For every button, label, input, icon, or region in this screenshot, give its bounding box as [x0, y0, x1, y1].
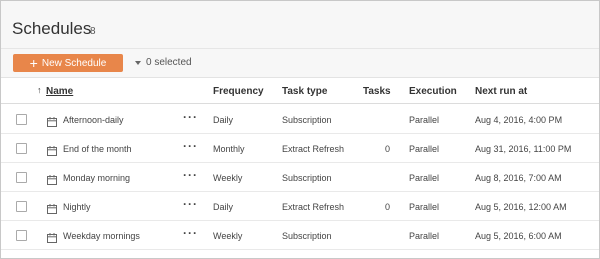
table-row[interactable]: End of the month ··· Monthly Extract Refres… [1, 134, 599, 163]
execution-cell: Parallel [409, 115, 440, 125]
more-actions-icon[interactable]: ··· [183, 197, 198, 211]
row-checkbox[interactable] [16, 201, 27, 212]
selection-dropdown[interactable]: 0 selected [135, 57, 192, 68]
row-checkbox[interactable] [16, 114, 27, 125]
more-actions-icon[interactable]: ··· [183, 168, 198, 182]
task-type-cell: Subscription [282, 231, 332, 241]
next-run-cell: Aug 8, 2016, 7:00 AM [475, 173, 562, 183]
frequency-cell: Weekly [213, 231, 243, 241]
sort-ascending-icon: ↑ [37, 85, 42, 95]
calendar-icon [47, 172, 57, 185]
table-row[interactable]: Monday morning ··· Weekly Subscription Paral… [1, 163, 599, 192]
schedules-panel: Schedules 8 + New Schedule 0 selected ↑ … [0, 0, 600, 259]
more-actions-icon[interactable]: ··· [183, 226, 198, 240]
schedule-count: 8 [90, 26, 96, 37]
table-row[interactable]: Afternoon-daily ··· Daily Subscription Paral… [1, 105, 599, 134]
execution-cell: Parallel [409, 173, 440, 183]
table-row[interactable]: Nightly ··· Daily Extract Refresh 0 Parallel A… [1, 192, 599, 221]
schedule-name-link[interactable]: Afternoon-daily [63, 115, 124, 125]
new-schedule-label: New Schedule [41, 57, 107, 69]
column-header-next-run[interactable]: Next run at [475, 86, 527, 97]
frequency-cell: Daily [213, 115, 234, 125]
next-run-cell: Aug 5, 2016, 6:00 AM [475, 231, 562, 241]
task-type-cell: Extract Refresh [282, 144, 345, 154]
header-divider [1, 103, 599, 104]
execution-cell: Parallel [409, 144, 440, 154]
caret-down-icon [135, 60, 141, 65]
page-header: Schedules 8 [1, 1, 599, 48]
schedule-name-link[interactable]: Nightly [63, 202, 91, 212]
task-type-cell: Subscription [282, 173, 332, 183]
column-header-frequency[interactable]: Frequency [213, 86, 264, 97]
next-run-cell: Aug 5, 2016, 12:00 AM [475, 202, 567, 212]
new-schedule-button[interactable]: + New Schedule [13, 54, 123, 72]
frequency-cell: Daily [213, 202, 234, 212]
calendar-icon [47, 201, 57, 214]
column-header-execution[interactable]: Execution [409, 86, 457, 97]
frequency-cell: Weekly [213, 173, 243, 183]
execution-cell: Parallel [409, 202, 440, 212]
task-type-cell: Extract Refresh [282, 202, 345, 212]
calendar-icon [47, 230, 57, 243]
more-actions-icon[interactable]: ··· [183, 139, 198, 153]
toolbar: + New Schedule 0 selected [1, 48, 599, 78]
table-row[interactable]: Weekday mornings ··· Weekly Subscription Par… [1, 221, 599, 250]
frequency-cell: Monthly [213, 144, 245, 154]
execution-cell: Parallel [409, 231, 440, 241]
schedule-name-link[interactable]: Monday morning [63, 173, 130, 183]
column-header-task-type[interactable]: Task type [282, 86, 327, 97]
next-run-cell: Aug 31, 2016, 11:00 PM [475, 144, 572, 154]
plus-icon: + [29, 55, 38, 71]
tasks-cell: 0 [385, 144, 391, 154]
row-checkbox[interactable] [16, 172, 27, 183]
task-type-cell: Subscription [282, 115, 332, 125]
calendar-icon [47, 143, 57, 156]
column-header-name[interactable]: Name [46, 86, 73, 97]
tasks-cell: 0 [385, 202, 391, 212]
schedule-name-link[interactable]: End of the month [63, 144, 132, 154]
schedule-name-link[interactable]: Weekday mornings [63, 231, 140, 241]
page-title: Schedules [12, 19, 92, 38]
row-checkbox[interactable] [16, 143, 27, 154]
more-actions-icon[interactable]: ··· [183, 110, 198, 124]
row-checkbox[interactable] [16, 230, 27, 241]
column-header-tasks[interactable]: Tasks [363, 86, 391, 97]
calendar-icon [47, 114, 57, 127]
next-run-cell: Aug 4, 2016, 4:00 PM [475, 115, 563, 125]
selected-count-label: 0 selected [146, 57, 192, 68]
